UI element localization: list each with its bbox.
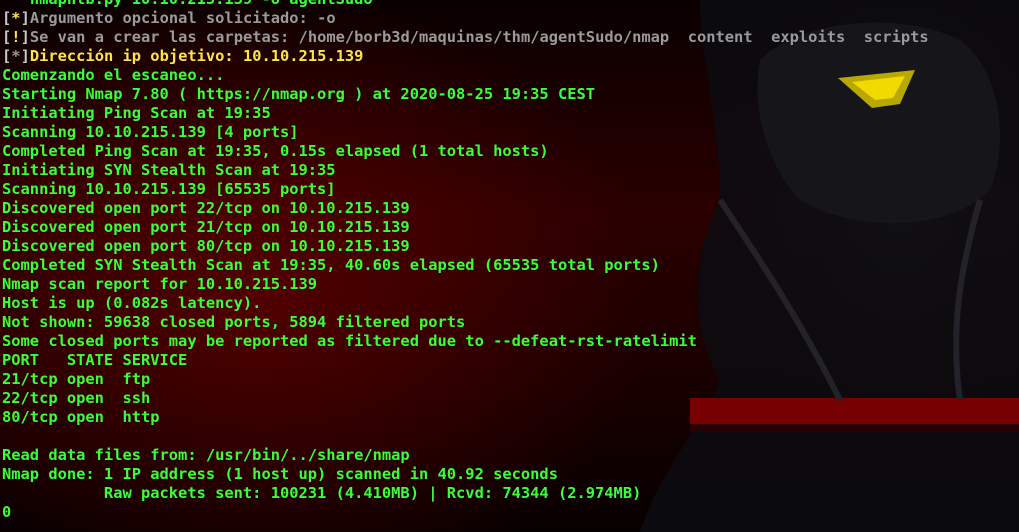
output-line: Initiating Ping Scan at 19:35 <box>2 104 271 122</box>
output-line: Scanning 10.10.215.139 [65535 ports] <box>2 180 336 198</box>
output-line: Discovered open port 21/tcp on 10.10.215… <box>2 218 410 236</box>
command-text: nmaphtb.py 10.10.215.139 -o agentSudo <box>21 0 373 8</box>
status-text: Argumento opcional solicitado: -o <box>29 9 336 27</box>
status-line: [*]Dirección ip objetivo: 10.10.215.139 <box>2 47 364 65</box>
output-line: Nmap done: 1 IP address (1 host up) scan… <box>2 465 558 483</box>
output-line: Comenzando el escaneo... <box>2 66 225 84</box>
status-line: [*]Argumento opcional solicitado: -o <box>2 9 336 27</box>
port-table-row: 80/tcp open http <box>2 408 160 426</box>
command-line: ╰─ nmaphtb.py 10.10.215.139 -o agentSudo <box>2 0 1017 9</box>
status-mark: * <box>11 47 21 65</box>
output-line: Completed Ping Scan at 19:35, 0.15s elap… <box>2 142 549 160</box>
output-line: Not shown: 59638 closed ports, 5894 filt… <box>2 313 466 331</box>
output-line: 0 <box>2 503 12 521</box>
terminal-output: ╰─ nmaphtb.py 10.10.215.139 -o agentSudo… <box>2 0 1017 522</box>
status-text: Dirección ip objetivo: 10.10.215.139 <box>29 47 364 65</box>
status-mark: * <box>11 9 21 27</box>
output-line: Nmap scan report for 10.10.215.139 <box>2 275 318 293</box>
output-line: Discovered open port 80/tcp on 10.10.215… <box>2 237 410 255</box>
output-line: Starting Nmap 7.80 ( https://nmap.org ) … <box>2 85 596 103</box>
port-table-row: 22/tcp open ssh <box>2 389 151 407</box>
status-mark: ! <box>11 28 21 46</box>
prompt-corner: ╰─ <box>2 0 21 8</box>
output-line: Raw packets sent: 100231 (4.410MB) | Rcv… <box>2 484 642 502</box>
port-table-row: 21/tcp open ftp <box>2 370 151 388</box>
output-line: Scanning 10.10.215.139 [4 ports] <box>2 123 299 141</box>
output-line: Discovered open port 22/tcp on 10.10.215… <box>2 199 410 217</box>
status-text: Se van a crear las carpetas: /home/borb3… <box>29 28 929 46</box>
terminal-window[interactable]: ╰─ nmaphtb.py 10.10.215.139 -o agentSudo… <box>0 0 1019 532</box>
status-line: [!]Se van a crear las carpetas: /home/bo… <box>2 28 929 46</box>
output-line: Completed SYN Stealth Scan at 19:35, 40.… <box>2 256 660 274</box>
output-line: Initiating SYN Stealth Scan at 19:35 <box>2 161 336 179</box>
output-line: Some closed ports may be reported as fil… <box>2 332 697 350</box>
output-line: Read data files from: /usr/bin/../share/… <box>2 446 410 464</box>
output-line: Host is up (0.082s latency). <box>2 294 262 312</box>
port-table-header: PORT STATE SERVICE <box>2 351 188 369</box>
